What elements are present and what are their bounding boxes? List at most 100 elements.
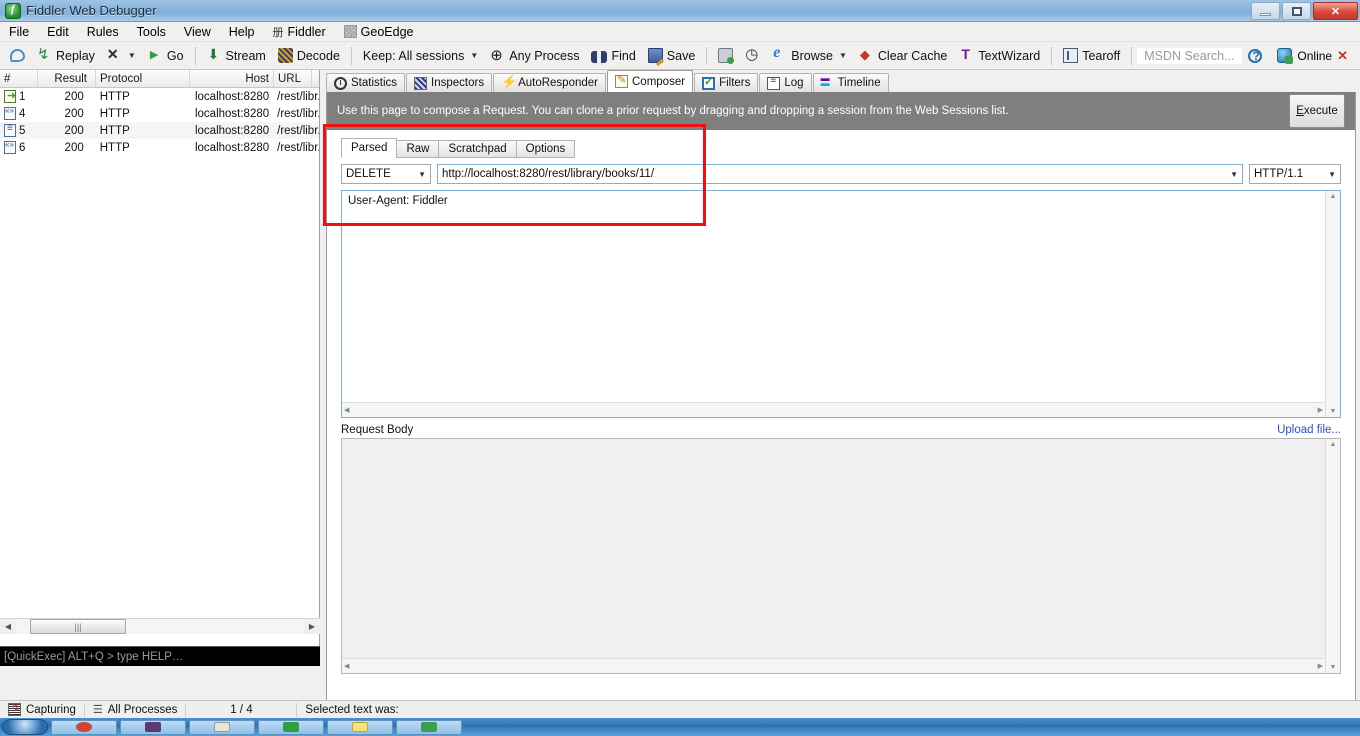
go-button[interactable]: Go bbox=[142, 46, 190, 65]
keep-sessions-dropdown[interactable]: Keep: All sessions ▼ bbox=[357, 47, 484, 65]
remove-button[interactable]: ▼ bbox=[101, 46, 142, 65]
decode-label: Decode bbox=[296, 48, 340, 63]
scroll-track[interactable]: ||| bbox=[16, 619, 304, 634]
subtab-scratchpad[interactable]: Scratchpad bbox=[438, 140, 517, 158]
session-num-cell: 5 bbox=[0, 124, 38, 137]
menu-edit[interactable]: Edit bbox=[38, 23, 78, 41]
request-headers-area[interactable]: User-Agent: Fiddler ◀ ▶ ▲ ▼ bbox=[341, 190, 1341, 418]
request-headers-text[interactable]: User-Agent: Fiddler bbox=[342, 191, 1325, 402]
sessions-horizontal-scrollbar[interactable]: ◀ ||| ▶ bbox=[0, 618, 320, 634]
http-version-select[interactable]: HTTP/1.1 ▼ bbox=[1249, 164, 1341, 184]
menu-geoedge[interactable]: GeoEdge bbox=[335, 23, 423, 41]
chevron-down-icon[interactable]: ▼ bbox=[1230, 170, 1238, 179]
session-row[interactable]: 1 200 HTTP localhost:8280 /rest/libr... bbox=[0, 88, 319, 105]
body-vertical-scrollbar[interactable]: ▲ ▼ bbox=[1325, 439, 1340, 673]
maximize-button[interactable] bbox=[1282, 2, 1311, 20]
menu-geoedge-label: GeoEdge bbox=[360, 24, 414, 39]
subtab-options[interactable]: Options bbox=[515, 140, 576, 158]
column-header-host[interactable]: Host bbox=[190, 70, 274, 87]
upload-file-link[interactable]: Upload file... bbox=[1277, 424, 1341, 436]
menu-rules[interactable]: Rules bbox=[78, 23, 128, 41]
fiddler-grid-icon: 册 bbox=[272, 25, 284, 39]
minimize-button[interactable] bbox=[1251, 2, 1280, 20]
find-button[interactable]: Find bbox=[585, 47, 641, 65]
column-header-result[interactable]: Result bbox=[38, 70, 96, 87]
request-body-text[interactable] bbox=[342, 439, 1325, 658]
online-status[interactable]: Online ✕ bbox=[1277, 48, 1360, 64]
session-row[interactable]: 4 200 HTTP localhost:8280 /rest/libr... bbox=[0, 105, 319, 122]
tab-statistics[interactable]: Statistics bbox=[326, 73, 406, 92]
clear-cache-icon bbox=[859, 47, 874, 63]
session-counter: 1 / 4 bbox=[230, 703, 253, 716]
replay-button[interactable]: Replay bbox=[31, 45, 101, 65]
scroll-left-icon[interactable]: ◀ bbox=[344, 662, 349, 670]
web-sessions-list[interactable]: # Result Protocol Host URL 1 200 HTTP lo… bbox=[0, 70, 320, 666]
column-header-num[interactable]: # bbox=[0, 70, 38, 87]
comment-button[interactable] bbox=[4, 47, 31, 64]
http-method-value: DELETE bbox=[346, 168, 391, 180]
menu-tools[interactable]: Tools bbox=[128, 23, 175, 41]
tab-composer[interactable]: Composer bbox=[607, 70, 694, 92]
any-process-button[interactable]: Any Process bbox=[484, 46, 585, 65]
tab-inspectors-label: Inspectors bbox=[431, 77, 485, 89]
browse-button[interactable]: Browse ▼ bbox=[766, 44, 853, 65]
session-host: localhost:8280 bbox=[194, 124, 270, 137]
taskbar-item[interactable] bbox=[327, 719, 393, 735]
tab-filters[interactable]: Filters bbox=[694, 73, 759, 92]
column-header-url[interactable]: URL bbox=[274, 70, 312, 87]
screenshot-button[interactable] bbox=[712, 46, 739, 65]
capturing-status[interactable]: Capturing bbox=[0, 701, 84, 719]
execute-button[interactable]: Execute bbox=[1289, 94, 1345, 128]
request-body-area[interactable]: ◀ ▶ ▲ ▼ bbox=[341, 438, 1341, 674]
tearoff-button[interactable]: Tearoff bbox=[1057, 46, 1126, 65]
menu-fiddler[interactable]: 册 Fiddler bbox=[263, 22, 334, 42]
tab-inspectors[interactable]: Inspectors bbox=[406, 73, 493, 92]
start-button[interactable] bbox=[2, 719, 48, 735]
textwizard-button[interactable]: TextWizard bbox=[953, 46, 1046, 65]
msdn-search-input[interactable]: MSDN Search... bbox=[1137, 47, 1242, 64]
help-button[interactable] bbox=[1242, 47, 1268, 65]
process-filter-status[interactable]: All Processes bbox=[85, 701, 186, 719]
menu-help[interactable]: Help bbox=[220, 23, 264, 41]
request-url-input[interactable]: http://localhost:8280/rest/library/books… bbox=[437, 164, 1243, 184]
scroll-down-icon[interactable]: ▼ bbox=[1330, 406, 1337, 417]
decode-icon bbox=[277, 48, 293, 63]
headers-vertical-scrollbar[interactable]: ▲ ▼ bbox=[1325, 191, 1340, 417]
subtab-parsed[interactable]: Parsed bbox=[341, 138, 398, 158]
scroll-down-icon[interactable]: ▼ bbox=[1330, 662, 1337, 673]
headers-horizontal-scrollbar[interactable]: ◀ ▶ bbox=[342, 402, 1325, 417]
scroll-right-icon[interactable]: ▶ bbox=[1318, 406, 1323, 414]
tab-autoresponder[interactable]: AutoResponder bbox=[493, 73, 606, 92]
save-button[interactable]: Save bbox=[642, 46, 702, 65]
taskbar-item[interactable] bbox=[189, 719, 255, 735]
menu-file[interactable]: File bbox=[0, 23, 38, 41]
taskbar-item[interactable] bbox=[396, 719, 462, 735]
close-online-icon[interactable]: ✕ bbox=[1337, 48, 1354, 64]
session-row[interactable]: 6 200 HTTP localhost:8280 /rest/libr... bbox=[0, 139, 319, 156]
stream-button[interactable]: Stream bbox=[201, 46, 272, 65]
tab-timeline[interactable]: Timeline bbox=[812, 73, 889, 92]
scroll-right-icon[interactable]: ▶ bbox=[1318, 662, 1323, 670]
scroll-up-icon[interactable]: ▲ bbox=[1330, 439, 1337, 450]
taskbar-item[interactable] bbox=[258, 719, 324, 735]
quickexec-input[interactable]: [QuickExec] ALT+Q > type HELP… bbox=[0, 646, 320, 666]
menu-view[interactable]: View bbox=[175, 23, 220, 41]
subtab-raw[interactable]: Raw bbox=[396, 140, 440, 158]
clear-cache-button[interactable]: Clear Cache bbox=[853, 46, 953, 65]
decode-button[interactable]: Decode bbox=[272, 46, 346, 65]
session-row[interactable]: 5 200 HTTP localhost:8280 /rest/libr... bbox=[0, 122, 319, 139]
close-button[interactable]: ✕ bbox=[1313, 2, 1358, 20]
scroll-up-icon[interactable]: ▲ bbox=[1330, 191, 1337, 202]
scroll-left-icon[interactable]: ◀ bbox=[344, 406, 349, 414]
column-header-protocol[interactable]: Protocol bbox=[96, 70, 190, 87]
timer-button[interactable] bbox=[739, 45, 766, 65]
taskbar-item[interactable] bbox=[120, 719, 186, 735]
http-method-select[interactable]: DELETE ▼ bbox=[341, 164, 431, 184]
scroll-left-icon[interactable]: ◀ bbox=[0, 619, 16, 634]
scroll-right-icon[interactable]: ▶ bbox=[304, 619, 320, 634]
scroll-thumb[interactable]: ||| bbox=[30, 619, 126, 634]
taskbar-item[interactable] bbox=[51, 719, 117, 735]
tab-log[interactable]: Log bbox=[759, 73, 812, 92]
keep-sessions-label: Keep: All sessions bbox=[362, 48, 465, 63]
body-horizontal-scrollbar[interactable]: ◀ ▶ bbox=[342, 658, 1325, 673]
